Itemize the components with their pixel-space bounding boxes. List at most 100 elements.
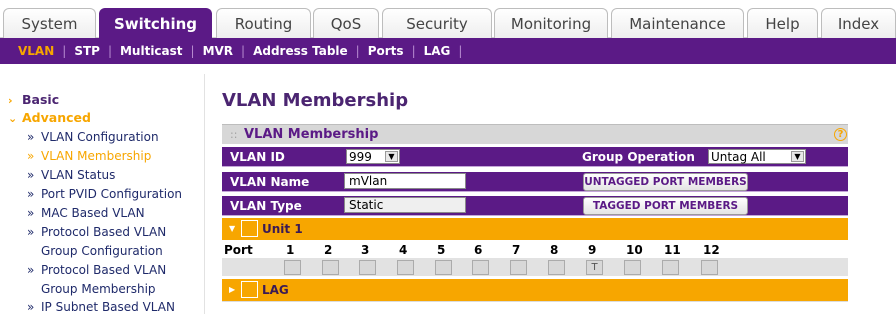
vlan-id-value: 999 <box>349 150 372 164</box>
port-cell-10[interactable] <box>624 260 641 275</box>
tab-routing[interactable]: Routing <box>216 8 311 38</box>
vlan-type-field: Static <box>344 197 466 213</box>
sidebar-item-protocol-based-vlan-group-membership-cont[interactable]: Group Membership <box>0 282 156 296</box>
sidebar-item-label: Port PVID Configuration <box>41 187 183 201</box>
port-number: 3 <box>361 243 370 257</box>
sidebar-item-label: Group Configuration <box>41 244 163 258</box>
port-number: 10 <box>626 243 643 257</box>
port-cell-8[interactable] <box>548 260 565 275</box>
port-number: 8 <box>550 243 559 257</box>
sidebar-item-vlan-membership[interactable]: » VLAN Membership <box>0 149 151 163</box>
port-number: 9 <box>588 243 597 257</box>
port-number: 12 <box>703 243 720 257</box>
sidebar-item-mac-based-vlan[interactable]: » MAC Based VLAN <box>0 206 145 220</box>
port-cell-6[interactable] <box>472 260 489 275</box>
help-icon[interactable]: ? <box>834 128 847 141</box>
port-number: 7 <box>512 243 521 257</box>
double-chevron-icon: » <box>27 225 35 239</box>
port-cell-row <box>222 258 848 276</box>
collapse-arrow-icon[interactable]: ▼ <box>229 221 237 236</box>
tab-monitoring[interactable]: Monitoring <box>494 8 608 38</box>
port-cell-11[interactable] <box>662 260 679 275</box>
sidebar-item-vlan-configuration[interactable]: » VLAN Configuration <box>0 130 159 144</box>
sidebar-advanced[interactable]: ⌄ Advanced <box>8 110 91 125</box>
sidebar-item-protocol-based-vlan-group-configuration[interactable]: » Protocol Based VLAN <box>0 225 166 239</box>
unit-select-box[interactable] <box>241 220 258 237</box>
port-cell-3[interactable] <box>359 260 376 275</box>
lag-label: LAG <box>262 283 289 297</box>
sidebar-item-label: MAC Based VLAN <box>41 206 145 220</box>
port-cell-7[interactable] <box>510 260 527 275</box>
sidebar-item-protocol-based-vlan-group-membership[interactable]: » Protocol Based VLAN <box>0 263 166 277</box>
divider <box>222 301 848 302</box>
subnav-separator: | <box>458 44 463 58</box>
group-operation-select[interactable]: Untag All ▼ <box>708 149 806 164</box>
port-cell-1[interactable] <box>284 260 301 275</box>
double-chevron-icon: » <box>27 263 35 277</box>
port-number: 11 <box>664 243 681 257</box>
chevron-right-icon: › <box>8 94 13 107</box>
subnav-mvr[interactable]: MVR <box>195 44 241 58</box>
subnav-stp[interactable]: STP <box>66 44 108 58</box>
vlan-name-label: VLAN Name <box>230 175 310 189</box>
sidebar-advanced-label: Advanced <box>22 110 91 125</box>
tab-qos[interactable]: QoS <box>313 8 379 38</box>
subnav-vlan[interactable]: VLAN <box>10 44 62 58</box>
sidebar-item-vlan-status[interactable]: » VLAN Status <box>0 168 115 182</box>
chevron-down-icon: ▼ <box>791 151 804 162</box>
lag-select-box[interactable] <box>241 281 258 298</box>
tab-security[interactable]: Security <box>382 8 492 38</box>
panel-title: VLAN Membership <box>244 127 379 142</box>
subnav-multicast[interactable]: Multicast <box>112 44 191 58</box>
tab-help[interactable]: Help <box>747 8 818 38</box>
double-chevron-icon: » <box>27 130 35 144</box>
subnav-lag[interactable]: LAG <box>416 44 459 58</box>
port-number: 5 <box>437 243 446 257</box>
expand-arrow-icon[interactable]: ▶ <box>229 282 237 297</box>
port-number: 6 <box>474 243 483 257</box>
subnav-address-table[interactable]: Address Table <box>245 44 356 58</box>
sidebar-item-ip-subnet-based-vlan[interactable]: » IP Subnet Based VLAN <box>0 300 175 314</box>
unit-label: Unit 1 <box>262 222 303 236</box>
sidebar-item-port-pvid-configuration[interactable]: » Port PVID Configuration <box>0 187 182 201</box>
double-chevron-icon: » <box>27 149 35 163</box>
port-number: 2 <box>324 243 333 257</box>
sidebar-basic[interactable]: › Basic <box>8 92 59 107</box>
double-chevron-icon: » <box>27 168 35 182</box>
sidebar-item-label: IP Subnet Based VLAN <box>41 300 175 314</box>
chevron-down-icon: ⌄ <box>8 112 18 125</box>
port-label: Port <box>224 243 253 257</box>
spacer <box>0 64 896 74</box>
panel-header: :: VLAN Membership ? <box>222 124 848 144</box>
chevron-down-icon: ▼ <box>385 151 398 162</box>
unit-1-section[interactable]: ▼ Unit 1 <box>222 218 848 240</box>
vlan-id-select[interactable]: 999 ▼ <box>346 149 400 164</box>
port-cell-12[interactable] <box>701 260 718 275</box>
port-cell-5[interactable] <box>435 260 452 275</box>
sidebar-item-label: VLAN Status <box>41 168 116 182</box>
tab-system[interactable]: System <box>3 8 96 38</box>
sub-navigation: VLAN | STP | Multicast | MVR | Address T… <box>0 38 896 64</box>
port-cell-4[interactable] <box>397 260 414 275</box>
port-cell-2[interactable] <box>322 260 339 275</box>
double-chevron-icon: » <box>27 206 35 220</box>
lag-section[interactable]: ▶ LAG <box>222 279 848 301</box>
vlan-id-label: VLAN ID <box>230 150 285 164</box>
tab-index[interactable]: Index <box>821 8 896 38</box>
port-number-row <box>222 241 848 256</box>
vlan-id-row: VLAN ID 999 ▼ Group Operation Untag All … <box>222 147 848 167</box>
tab-switching[interactable]: Switching <box>99 8 212 38</box>
vlan-type-row: VLAN Type Static TAGGED PORT MEMBERS <box>222 196 848 216</box>
sidebar-item-label: VLAN Configuration <box>41 130 159 144</box>
tab-maintenance[interactable]: Maintenance <box>611 8 744 38</box>
subnav-ports[interactable]: Ports <box>360 44 412 58</box>
sidebar-item-protocol-based-vlan-group-configuration-cont[interactable]: Group Configuration <box>0 244 163 258</box>
row-divider <box>222 166 848 167</box>
tagged-port-members-button[interactable]: TAGGED PORT MEMBERS <box>583 197 748 215</box>
vlan-name-input[interactable]: mVlan <box>344 173 466 189</box>
untagged-port-members-button[interactable]: UNTAGGED PORT MEMBERS <box>583 173 748 191</box>
double-chevron-icon: » <box>27 300 35 314</box>
sidebar-item-label: Protocol Based VLAN <box>41 263 167 277</box>
page-title: VLAN Membership <box>222 90 409 111</box>
port-cell-9[interactable]: T <box>586 260 603 275</box>
